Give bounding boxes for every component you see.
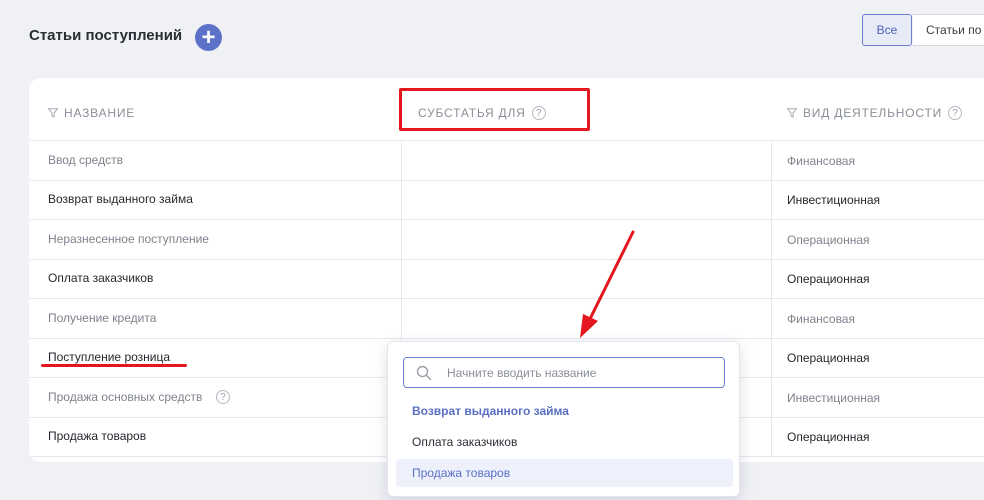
page-title: Статьи поступлений [29, 27, 183, 44]
row-name: Неразнесенное поступление [48, 232, 209, 246]
dropdown-option[interactable]: Оплата заказчиков [396, 428, 733, 456]
annotation-highlight-box [399, 88, 590, 131]
column-header-name[interactable]: Название [48, 106, 135, 120]
dropdown-option[interactable]: Возврат выданного займа [396, 397, 733, 425]
dropdown-option[interactable]: Продажа товаров [396, 459, 733, 487]
table-row[interactable]: Оплата заказчиков Операционная [29, 259, 984, 298]
row-name: Поступление розница [48, 350, 171, 364]
filter-all-button[interactable]: Все [862, 14, 912, 46]
row-name: Оплата заказчиков [48, 271, 154, 285]
row-name: Продажа основных средств [48, 390, 203, 404]
column-header-label: Вид деятельности [803, 106, 942, 120]
row-activity: Инвестиционная [787, 193, 881, 207]
add-item-button[interactable]: + [195, 24, 222, 51]
annotation-underline [41, 364, 187, 367]
table-row[interactable]: Получение кредита Финансовая [29, 299, 984, 338]
dropdown-option-label: Продажа товаров [412, 466, 511, 480]
table-row[interactable]: Неразнесенное поступление Операционная [29, 220, 984, 259]
table-row[interactable]: Ввод средств Финансовая [29, 141, 984, 180]
help-icon[interactable]: ? [948, 106, 962, 120]
filter-stati-button[interactable]: Статьи по [913, 14, 984, 46]
row-name: Возврат выданного займа [48, 192, 193, 206]
plus-icon: + [201, 23, 216, 51]
table-row[interactable]: Возврат выданного займа Инвестиционная [29, 180, 984, 219]
row-activity: Финансовая [787, 312, 855, 326]
column-header-activity[interactable]: Вид деятельности ? [787, 106, 962, 120]
row-name: Продажа товаров [48, 429, 147, 443]
row-name: Ввод средств [48, 153, 123, 167]
row-name: Получение кредита [48, 311, 157, 325]
row-activity: Операционная [787, 351, 870, 365]
filter-icon[interactable] [787, 108, 797, 118]
dropdown-search-input[interactable]: Начните вводить название [403, 357, 725, 388]
search-placeholder: Начните вводить название [447, 366, 597, 380]
dropdown-option-label: Оплата заказчиков [412, 435, 518, 449]
row-activity: Операционная [787, 430, 870, 444]
row-activity: Инвестиционная [787, 391, 881, 405]
search-icon [416, 365, 432, 381]
parent-item-dropdown: Начните вводить название Возврат выданно… [387, 341, 740, 497]
column-header-label: Название [64, 106, 136, 120]
row-activity: Операционная [787, 272, 870, 286]
row-activity: Финансовая [787, 154, 855, 168]
help-icon[interactable]: ? [216, 390, 230, 404]
dropdown-option-label: Возврат выданного займа [412, 404, 569, 418]
filter-icon[interactable] [48, 108, 58, 118]
row-activity: Операционная [787, 233, 870, 247]
